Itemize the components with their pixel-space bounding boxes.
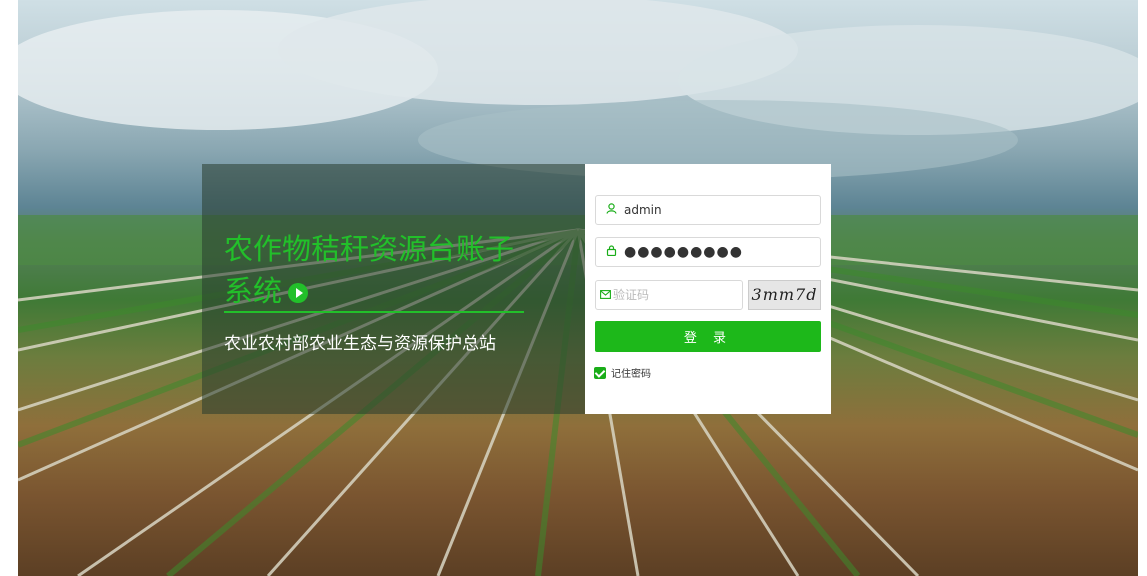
captcha-field [595, 280, 765, 310]
system-title: 农作物秸秆资源台账子系统 [224, 228, 534, 312]
captcha-input[interactable] [611, 282, 765, 308]
remember-password[interactable]: 记住密码 [594, 365, 651, 380]
remember-label: 记住密码 [611, 369, 651, 380]
username-input[interactable] [622, 197, 820, 223]
user-icon [600, 203, 622, 217]
lock-icon [600, 245, 622, 259]
system-info-panel: 农作物秸秆资源台账子系统 农业农村部农业生态与资源保护总站 [202, 164, 585, 414]
system-title-text: 农作物秸秆资源台账子系统 [224, 232, 515, 308]
password-field [595, 237, 821, 267]
play-icon[interactable] [288, 283, 309, 303]
captcha-image[interactable]: 3mm7d [748, 280, 821, 310]
mail-icon [600, 289, 611, 302]
login-button[interactable]: 登 录 [595, 321, 821, 352]
password-input[interactable] [622, 239, 820, 265]
organization-name: 农业农村部农业生态与资源保护总站 [224, 334, 496, 354]
remember-checkbox[interactable] [594, 366, 606, 379]
username-field [595, 195, 821, 225]
title-divider [224, 311, 524, 313]
login-form: 3mm7d 登 录 记住密码 [585, 164, 831, 414]
